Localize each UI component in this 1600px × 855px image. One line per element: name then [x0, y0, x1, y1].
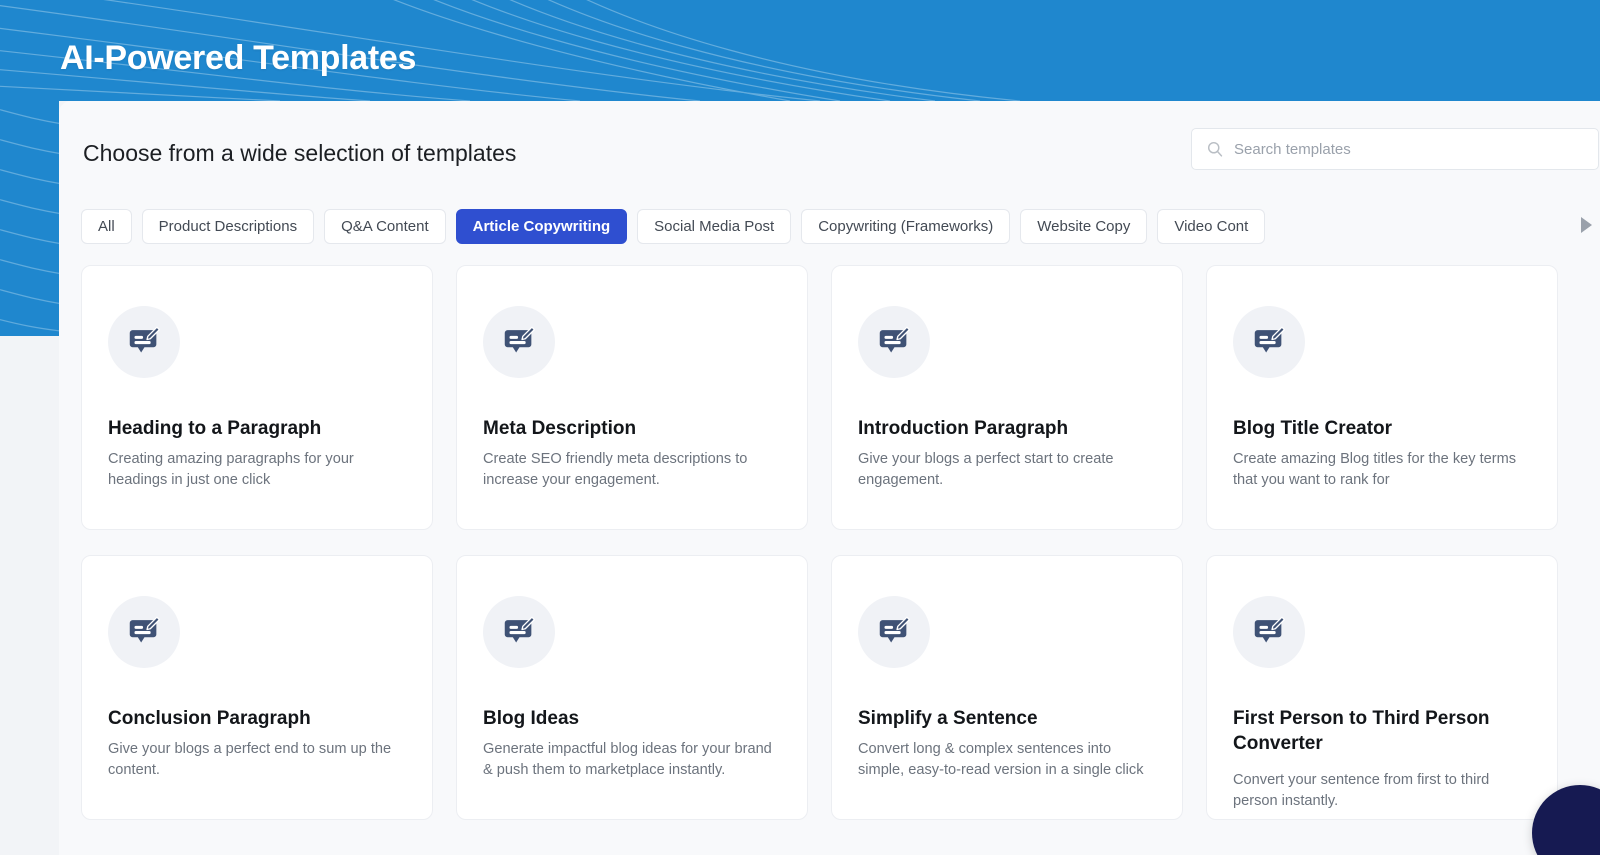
tab-website-copy[interactable]: Website Copy: [1020, 209, 1147, 244]
search-box[interactable]: [1191, 128, 1599, 170]
tab-label: Product Descriptions: [159, 218, 297, 235]
tab-label: Website Copy: [1037, 218, 1130, 235]
tab-qa-content[interactable]: Q&A Content: [324, 209, 446, 244]
card-description: Create amazing Blog titles for the key t…: [1233, 449, 1535, 490]
compose-message-icon: [500, 323, 538, 361]
search-input[interactable]: [1224, 141, 1598, 158]
card-title: Heading to a Paragraph: [108, 416, 412, 441]
card-description: Generate impactful blog ideas for your b…: [483, 739, 785, 780]
card-title: Conclusion Paragraph: [108, 706, 412, 731]
tab-label: All: [98, 218, 115, 235]
card-title: Blog Ideas: [483, 706, 787, 731]
template-card[interactable]: Blog Ideas Generate impactful blog ideas…: [456, 555, 808, 820]
card-title: First Person to Third Person Converter: [1233, 706, 1537, 756]
panel-subtitle: Choose from a wide selection of template…: [83, 140, 516, 167]
card-icon-circle: [1233, 596, 1305, 668]
tabs-scroll-right-icon[interactable]: [1572, 212, 1594, 238]
tab-label: Article Copywriting: [473, 218, 611, 235]
compose-message-icon: [1250, 323, 1288, 361]
card-icon-circle: [858, 596, 930, 668]
tab-label: Copywriting (Frameworks): [818, 218, 993, 235]
card-icon-circle: [108, 306, 180, 378]
card-description: Creating amazing paragraphs for your hea…: [108, 449, 410, 490]
compose-message-icon: [875, 613, 913, 651]
chevron-right-icon: [1579, 216, 1593, 234]
card-description: Give your blogs a perfect end to sum up …: [108, 739, 410, 780]
tab-article-copywriting[interactable]: Article Copywriting: [456, 209, 628, 244]
compose-message-icon: [875, 323, 913, 361]
compose-message-icon: [500, 613, 538, 651]
tab-label: Social Media Post: [654, 218, 774, 235]
template-card[interactable]: Conclusion Paragraph Give your blogs a p…: [81, 555, 433, 820]
tab-product-descriptions[interactable]: Product Descriptions: [142, 209, 314, 244]
template-card[interactable]: First Person to Third Person Converter C…: [1206, 555, 1558, 820]
panel-header: Choose from a wide selection of template…: [59, 101, 1600, 197]
tab-video-content[interactable]: Video Cont: [1157, 209, 1265, 244]
template-card[interactable]: Introduction Paragraph Give your blogs a…: [831, 265, 1183, 530]
tab-all[interactable]: All: [81, 209, 132, 244]
card-icon-circle: [1233, 306, 1305, 378]
tab-label: Video Cont: [1174, 218, 1248, 235]
tab-label: Q&A Content: [341, 218, 429, 235]
template-card[interactable]: Blog Title Creator Create amazing Blog t…: [1206, 265, 1558, 530]
card-title: Simplify a Sentence: [858, 706, 1162, 731]
card-description: Convert long & complex sentences into si…: [858, 739, 1160, 780]
card-icon-circle: [483, 306, 555, 378]
hero-banner: AI-Powered Templates: [0, 0, 1600, 101]
templates-panel: Choose from a wide selection of template…: [59, 101, 1600, 855]
card-title: Blog Title Creator: [1233, 416, 1537, 441]
card-icon-circle: [483, 596, 555, 668]
tab-copywriting-frameworks[interactable]: Copywriting (Frameworks): [801, 209, 1010, 244]
hero-left-rail: [0, 101, 59, 336]
template-card[interactable]: Heading to a Paragraph Creating amazing …: [81, 265, 433, 530]
page-title: AI-Powered Templates: [60, 41, 416, 75]
card-title: Meta Description: [483, 416, 787, 441]
card-description: Convert your sentence from first to thir…: [1233, 770, 1535, 811]
card-title: Introduction Paragraph: [858, 416, 1162, 441]
compose-message-icon: [125, 613, 163, 651]
card-icon-circle: [108, 596, 180, 668]
compose-message-icon: [1250, 613, 1288, 651]
card-icon-circle: [858, 306, 930, 378]
template-card[interactable]: Simplify a Sentence Convert long & compl…: [831, 555, 1183, 820]
template-card[interactable]: Meta Description Create SEO friendly met…: [456, 265, 808, 530]
tab-social-media-post[interactable]: Social Media Post: [637, 209, 791, 244]
search-icon: [1206, 140, 1224, 158]
card-description: Give your blogs a perfect start to creat…: [858, 449, 1160, 490]
compose-message-icon: [125, 323, 163, 361]
card-description: Create SEO friendly meta descriptions to…: [483, 449, 785, 490]
hero-rail-decorative-lines: [0, 101, 59, 336]
templates-page: AI-Powered Templates Choose from a wide …: [0, 0, 1600, 855]
category-tabs[interactable]: All Product Descriptions Q&A Content Art…: [59, 197, 1600, 255]
template-card-grid: Heading to a Paragraph Creating amazing …: [81, 265, 1600, 820]
